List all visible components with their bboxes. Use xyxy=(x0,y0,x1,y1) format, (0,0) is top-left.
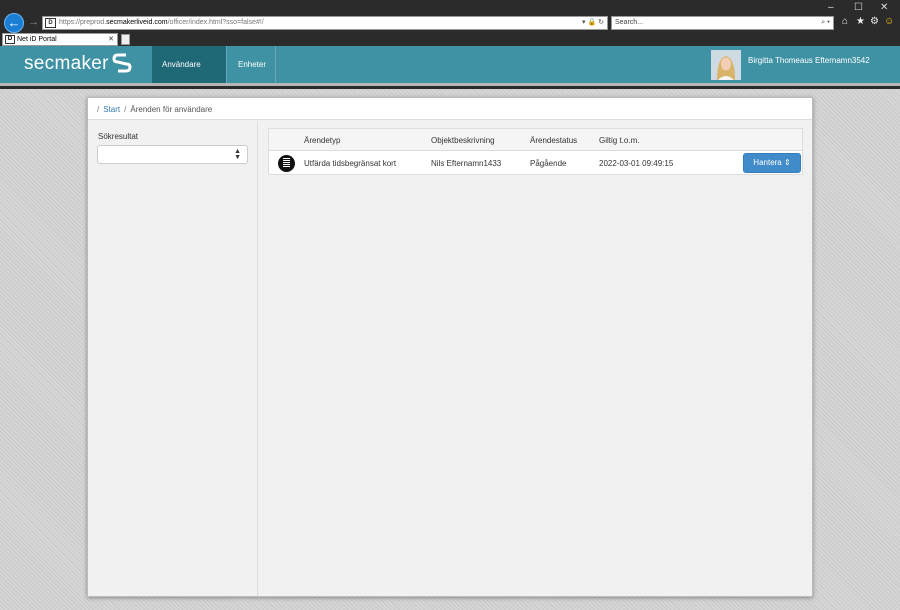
favorites-star-icon[interactable]: ★ xyxy=(856,16,865,27)
sidebar: Sökresultat ▲ ▼ xyxy=(88,121,258,596)
address-tools[interactable]: ▾ 🔒 ↻ xyxy=(582,17,604,29)
url-scheme: https:// xyxy=(59,19,81,26)
manage-button[interactable]: Hantera ⇕ xyxy=(743,153,801,173)
cases-table: Ärendetyp Objektbeskrivning Ärendestatus… xyxy=(268,128,803,175)
browser-chrome: ← → D https://preprod.secmakerliveid.com… xyxy=(0,0,900,46)
search-icon[interactable]: ⌕ ▾ xyxy=(821,17,830,29)
tab-close-icon[interactable]: ✕ xyxy=(108,34,114,45)
brand-mark-icon xyxy=(112,53,132,73)
cell-valid-until: 2022-03-01 09:49:15 xyxy=(599,159,674,168)
avatar-portrait-icon xyxy=(711,50,741,80)
minimize-icon[interactable]: – xyxy=(828,2,834,13)
new-tab-button[interactable] xyxy=(121,34,130,45)
nav-devices-label: Enheter xyxy=(238,60,267,69)
tab-title: Net iD Portal xyxy=(17,36,57,43)
smiley-icon[interactable]: ☺ xyxy=(884,16,894,27)
app-header: secmaker Användare 1 Enheter Birgitta Th… xyxy=(0,46,900,108)
settings-gear-icon[interactable]: ⚙ xyxy=(870,16,879,27)
breadcrumb: / Start / Ärenden för användare xyxy=(88,98,812,120)
main-panel: / Start / Ärenden för användare Sökresultat… xyxy=(87,97,813,597)
browser-search-input[interactable]: Search... ⌕ ▾ xyxy=(611,16,834,30)
column-header-type: Ärendetyp xyxy=(304,136,341,145)
site-favicon-icon: D xyxy=(45,18,56,28)
sort-caret-icon: ⇕ xyxy=(784,158,791,167)
cell-type: Utfärda tidsbegränsat kort xyxy=(304,159,397,168)
cell-status: Pågående xyxy=(530,159,567,168)
nav-tab-users[interactable]: Användare 1 xyxy=(152,46,227,108)
maximize-icon[interactable]: ☐ xyxy=(854,2,863,13)
column-header-status: Ärendestatus xyxy=(530,136,578,145)
browser-tab[interactable]: D Net iD Portal ✕ xyxy=(2,33,118,46)
manage-button-label: Hantera xyxy=(753,158,782,167)
breadcrumb-start-link[interactable]: Start xyxy=(103,105,120,114)
cell-object: Nils Efternamn1433 xyxy=(431,159,502,168)
back-arrow-icon[interactable]: ← xyxy=(4,13,24,33)
nav-tab-devices[interactable]: Enheter xyxy=(228,46,276,83)
breadcrumb-separator: / xyxy=(124,105,127,114)
select-caret-icon: ▲ ▼ xyxy=(234,148,241,161)
address-bar[interactable]: D https://preprod.secmakerliveid.com/off… xyxy=(42,16,608,30)
brand-logo[interactable]: secmaker xyxy=(24,53,109,75)
home-icon[interactable]: ⌂ xyxy=(842,16,848,27)
avatar[interactable] xyxy=(711,50,741,80)
url-path: /officer/index.html?sso=false#!/ xyxy=(167,19,264,26)
column-header-valid-until: Giltig t.o.m. xyxy=(599,136,640,145)
search-results-label: Sökresultat xyxy=(98,132,139,141)
url-prefix: preprod. xyxy=(80,19,107,26)
user-name[interactable]: Birgitta Thomeaus Efternamn3542 xyxy=(748,56,870,65)
breadcrumb-current: Ärenden för användare xyxy=(130,105,213,114)
breadcrumb-separator: / xyxy=(97,105,100,114)
search-placeholder: Search... xyxy=(615,19,644,26)
column-header-object: Objektbeskrivning xyxy=(431,136,495,145)
tab-favicon-icon: D xyxy=(5,35,15,44)
url-host: secmakerliveid.com xyxy=(106,19,168,26)
search-results-select[interactable]: ▲ ▼ xyxy=(97,145,248,164)
table-header: Ärendetyp Objektbeskrivning Ärendestatus… xyxy=(269,129,802,151)
nav-users-label: Användare xyxy=(162,60,201,69)
forward-arrow-icon[interactable]: → xyxy=(28,16,39,28)
card-document-icon xyxy=(278,155,295,172)
close-window-icon[interactable]: ✕ xyxy=(880,2,888,13)
